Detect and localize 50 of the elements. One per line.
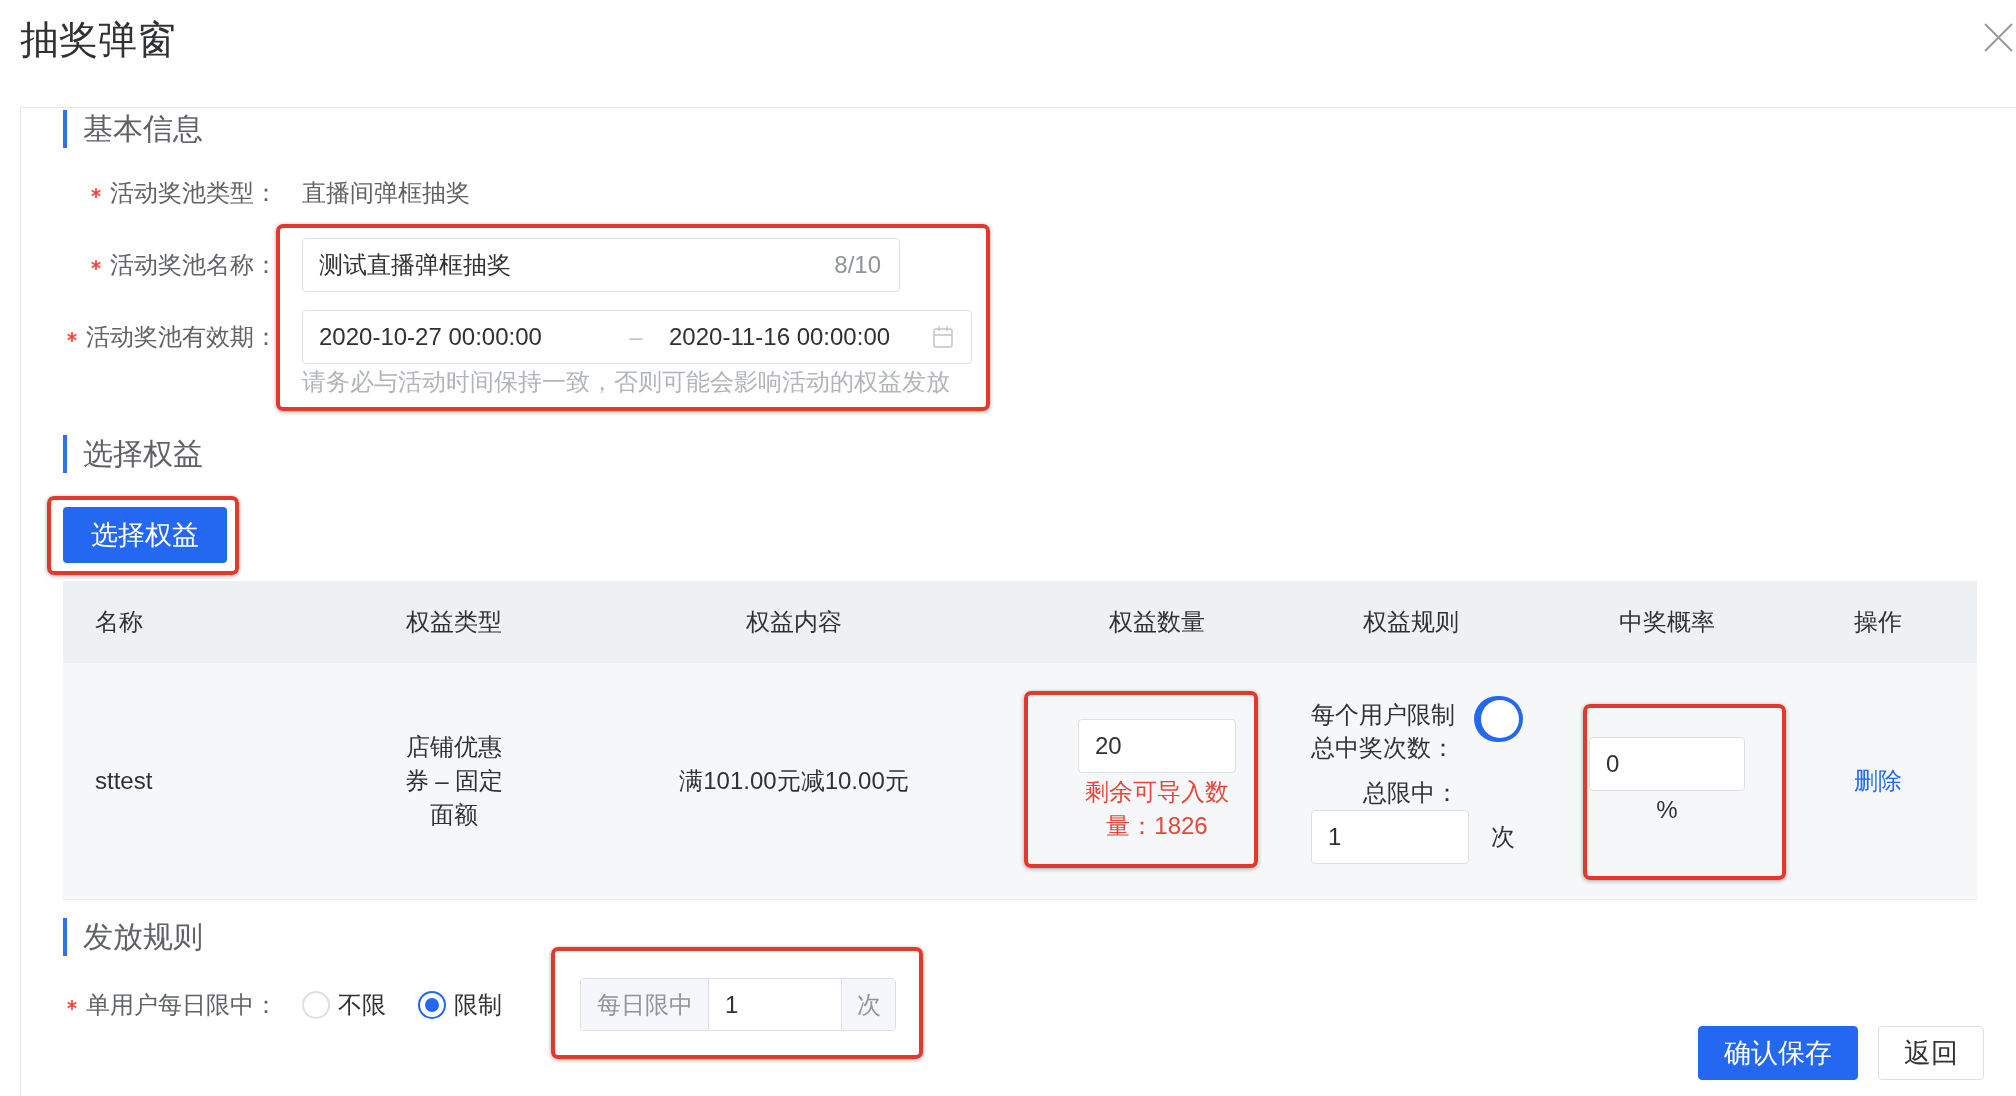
name-input[interactable]: 测试直播弹框抽奖	[319, 247, 835, 283]
calendar-icon[interactable]	[933, 326, 953, 348]
accent-bar	[63, 110, 67, 148]
section-heading: 发放规则	[83, 919, 203, 955]
table-cell-text: 店铺优惠券 – 固定面额	[403, 732, 505, 830]
input-prefix-label: 每日限中	[581, 979, 709, 1030]
field-value: 直播间弹框抽奖	[302, 178, 470, 208]
accent-bar	[63, 918, 67, 956]
field-hint: 请务必与活动时间保持一致，否则可能会影响活动的权益发放	[302, 367, 951, 397]
field-label: 活动奖池有效期：	[86, 322, 278, 352]
dialog-title: 抽奖弹窗	[20, 18, 176, 62]
field-label: 活动奖池类型：	[110, 178, 278, 208]
section-heading: 选择权益	[83, 436, 203, 472]
start-date-field[interactable]: 2020-10-27 00:00:00	[319, 319, 619, 355]
table-cell-text: 满101.00元减10.00元	[679, 766, 909, 796]
total-limit-input[interactable]: 1	[1311, 810, 1469, 864]
radio-option[interactable]: 限制	[418, 986, 502, 1023]
save-button[interactable]: 确认保存	[1698, 1026, 1858, 1080]
total-limit-label: 总限中：	[1363, 778, 1459, 808]
column-header: 权益内容	[746, 607, 842, 637]
column-header: 权益类型	[406, 607, 502, 637]
select-benefits-button[interactable]: 选择权益	[63, 507, 227, 563]
field-label: 活动奖池名称：	[110, 250, 278, 280]
delete-link[interactable]: 删除	[1853, 763, 1902, 799]
quantity-input[interactable]: 20	[1078, 719, 1236, 773]
date-range-picker[interactable]: 2020-10-27 00:00:00 – 2020-11-16 00:00:00	[302, 310, 972, 364]
column-header: 权益数量	[1109, 607, 1205, 637]
remaining-quantity-text: 剩余可导入数量：1826	[1084, 777, 1230, 841]
column-header: 名称	[95, 608, 143, 635]
number-input-group[interactable]: 每日限中 1 次	[580, 978, 896, 1031]
field-label: 单用户每日限中：	[86, 989, 278, 1020]
toggle-switch[interactable]	[1474, 696, 1523, 742]
text-field[interactable]: 测试直播弹框抽奖 8/10	[302, 238, 900, 292]
range-separator: –	[628, 322, 644, 352]
unit-label: 次	[1491, 822, 1515, 852]
end-date-field[interactable]: 2020-11-16 00:00:00	[669, 319, 919, 355]
radio-option[interactable]: 不限	[302, 986, 386, 1023]
section-heading: 基本信息	[83, 111, 203, 147]
percent-label: %	[1656, 795, 1678, 825]
column-header: 中奖概率	[1619, 607, 1715, 637]
rule-label: 每个用户限制总中奖次数：	[1311, 700, 1456, 763]
character-counter: 8/10	[834, 250, 881, 280]
column-header: 权益规则	[1363, 607, 1459, 637]
table-cell: sttest	[95, 767, 153, 794]
accent-bar	[63, 435, 67, 473]
column-header: 操作	[1853, 607, 1902, 637]
close-icon[interactable]	[1984, 23, 2013, 52]
input-suffix-label: 次	[841, 979, 895, 1030]
back-button[interactable]: 返回	[1878, 1026, 1984, 1080]
probability-input[interactable]: 0	[1589, 737, 1745, 791]
